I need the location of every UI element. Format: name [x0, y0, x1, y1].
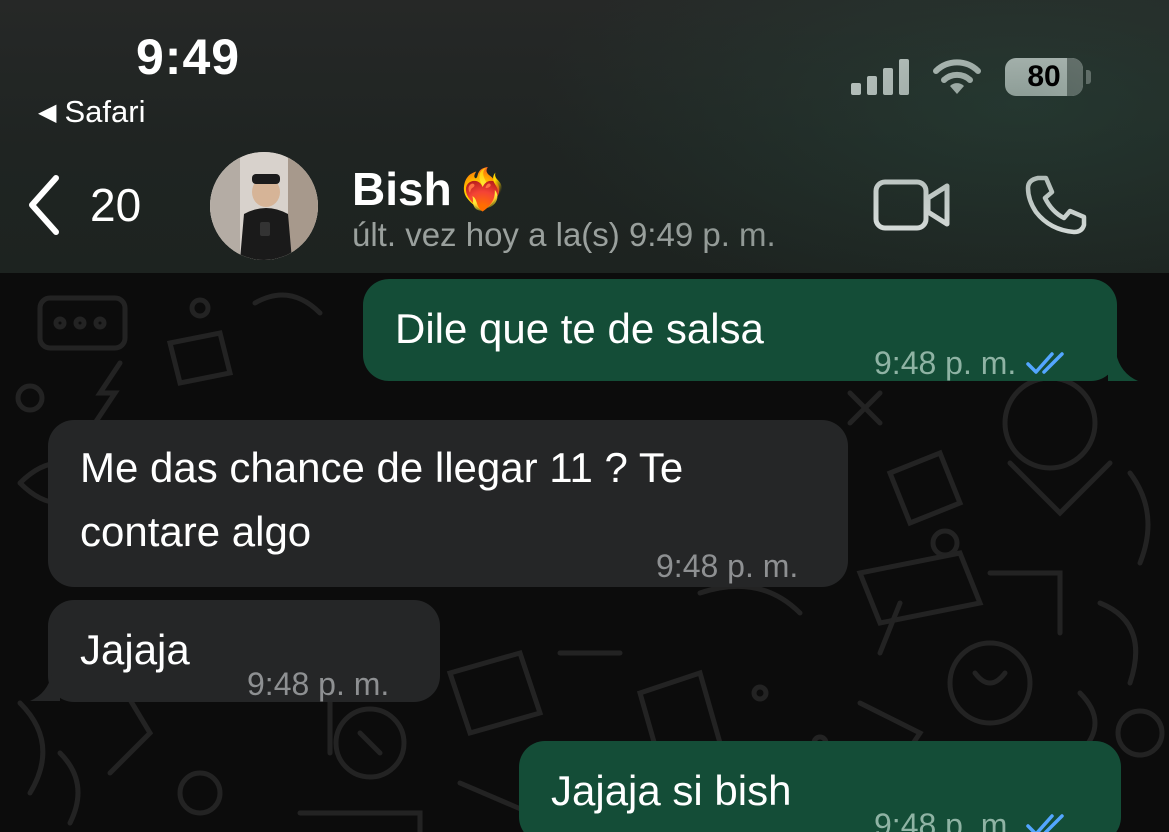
read-ticks-icon: [1026, 352, 1065, 374]
message-text: Me das chance de llegar 11 ? Te contare …: [80, 444, 684, 555]
battery-indicator: 80: [1005, 58, 1083, 96]
phone-call-button[interactable]: [1024, 174, 1088, 241]
message-time: 9:48 p. m.: [247, 666, 390, 702]
message-time: 9:48 p. m.: [874, 807, 1017, 832]
video-call-button[interactable]: [872, 176, 952, 239]
message-time: 9:48 p. m.: [656, 548, 799, 584]
heart-on-fire-emoji: ❤️‍🔥: [457, 167, 508, 212]
cellular-signal-icon: [851, 59, 909, 95]
bubble-tail-outgoing: [1108, 353, 1138, 381]
message-meta: 9:48 p. m.: [247, 652, 389, 716]
message-text: Jajaja: [80, 626, 190, 673]
chat-area: Dile que te de salsa 9:48 p. m. Me das c…: [0, 273, 1169, 832]
read-ticks-icon: [1026, 814, 1065, 832]
message-meta: 9:48 p. m.: [874, 793, 1072, 832]
video-call-icon: [873, 179, 950, 231]
message-bubble-outgoing[interactable]: Jajaja si bish 9:48 p. m.: [519, 741, 1121, 832]
message-bubble-incoming[interactable]: Jajaja 9:48 p. m.: [48, 600, 440, 702]
back-button[interactable]: 20: [26, 174, 141, 236]
avatar-photo: [210, 152, 318, 260]
last-seen-status: últ. vez hoy a la(s) 9:49 p. m.: [352, 216, 776, 253]
message-meta: 9:48 p. m.: [874, 331, 1072, 395]
phone-call-icon: [1025, 175, 1087, 235]
back-chevron-icon: [29, 175, 59, 235]
message-text: Jajaja si bish: [551, 767, 792, 814]
wifi-icon: [933, 59, 981, 94]
message-bubble-incoming[interactable]: Me das chance de llegar 11 ? Te contare …: [48, 420, 848, 587]
message-time: 9:48 p. m.: [874, 345, 1017, 381]
unread-count: 20: [90, 179, 142, 231]
back-to-safari[interactable]: ◀ Safari: [38, 94, 145, 130]
back-app-label: Safari: [64, 94, 146, 129]
status-icons: 80: [851, 58, 1091, 96]
message-meta: 9:48 p. m.: [656, 534, 798, 598]
message-bubble-outgoing[interactable]: Dile que te de salsa 9:48 p. m.: [363, 279, 1117, 381]
message-text: Dile que te de salsa: [395, 305, 764, 352]
contact-avatar[interactable]: [210, 152, 318, 260]
top-bar: 9:49 ◀ Safari 80 20: [0, 0, 1169, 273]
contact-name[interactable]: Bish ❤️‍🔥: [352, 162, 508, 216]
status-time: 9:49: [136, 29, 241, 85]
bubble-tail-incoming: [30, 673, 60, 701]
back-triangle-icon: ◀: [38, 98, 57, 126]
